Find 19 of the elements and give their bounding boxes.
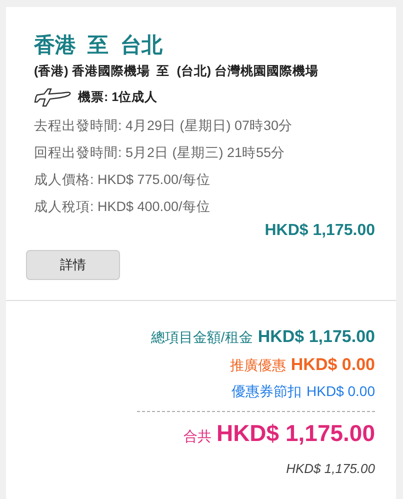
detail-text: 成人價格: HKD$ 775.00/每位: [34, 171, 212, 189]
subtotal-price: HKD$ 1,175.00: [264, 222, 375, 240]
route-title: 香港 至 台北: [34, 33, 164, 59]
summary-amount: HKD$ 0.00: [290, 355, 375, 375]
details-button[interactable]: 詳情: [26, 250, 120, 280]
summary-amount: HKD$ 0.00: [306, 383, 375, 399]
detail-text: 回程出發時間: 5月2日 (星期三) 21時55分: [34, 144, 286, 162]
total-amount: HKD$ 1,175.00: [216, 420, 375, 447]
summary-label: 優惠券節扣: [232, 383, 302, 401]
tickets-text: 機票: 1位成人: [78, 88, 158, 106]
summary-label: 總項目金額/租金: [150, 329, 253, 347]
summary-amount: HKD$ 1,175.00: [258, 327, 375, 347]
detail-text: 成人稅項: HKD$ 400.00/每位: [34, 198, 212, 216]
converted-total: HKD$ 1,175.00: [286, 461, 375, 476]
summary-label: 推廣優惠: [230, 357, 286, 375]
total-label: 合共: [183, 428, 212, 446]
airports-text: (香港) 香港國際機場 至 (台北) 台灣桃園國際機場: [34, 63, 320, 80]
detail-text: 去程出發時間: 4月29日 (星期日) 07時30分: [34, 117, 294, 135]
airplane-icon: [34, 86, 72, 108]
